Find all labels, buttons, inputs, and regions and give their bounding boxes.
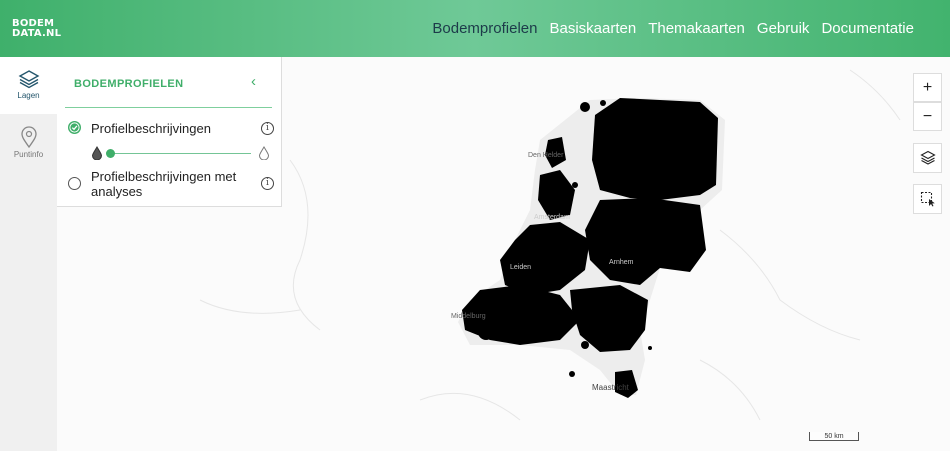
layer-label-profielbeschrijvingen: Profielbeschrijvingen	[91, 121, 211, 136]
nav-basiskaarten[interactable]: Basiskaarten	[549, 20, 636, 37]
nav-bodemprofielen[interactable]: Bodemprofielen	[432, 20, 537, 37]
map-label-amsterdam: Amsterdam	[534, 214, 570, 221]
opacity-slider-thumb[interactable]	[106, 149, 115, 158]
main-nav: Bodemprofielen Basiskaarten Themakaarten…	[432, 20, 914, 37]
app-header: BODEM DATA.NL Bodemprofielen Basiskaarte…	[0, 0, 950, 57]
opacity-transparent-drop-icon	[258, 146, 270, 160]
collapse-panel-button[interactable]: ‹	[251, 73, 256, 90]
nav-themakaarten[interactable]: Themakaarten	[648, 20, 745, 37]
map-label-arnhem: Arnhem	[609, 259, 634, 266]
rail-puntinfo[interactable]: Puntinfo	[0, 114, 57, 171]
opacity-opaque-drop-icon	[91, 146, 103, 160]
map-label-den-helder: Den Helder	[528, 152, 564, 159]
zoom-in-button[interactable]: +	[913, 73, 942, 102]
nav-documentatie[interactable]: Documentatie	[821, 20, 914, 37]
map-label-middelburg: Middelburg	[451, 313, 486, 320]
rail-lagen-label: Lagen	[17, 91, 40, 100]
logo[interactable]: BODEM DATA.NL	[12, 19, 61, 39]
layers-icon	[919, 150, 936, 165]
basemap-layers-button[interactable]	[913, 143, 942, 173]
logo-line2: DATA.NL	[12, 28, 62, 39]
opacity-slider-track[interactable]	[109, 153, 251, 154]
map-label-leiden: Leiden	[510, 264, 532, 271]
select-area-icon	[920, 191, 935, 207]
info-icon[interactable]: i	[261, 177, 274, 190]
layers-icon	[18, 70, 39, 89]
layer-radio-profielbeschrijvingen-analyses[interactable]	[68, 177, 81, 190]
select-area-button[interactable]	[913, 184, 942, 214]
map-pin-icon	[20, 126, 37, 148]
rail-lagen[interactable]: Lagen	[0, 57, 57, 114]
map-label-maastricht: Maastricht	[592, 383, 629, 392]
nav-gebruik[interactable]: Gebruik	[757, 20, 810, 37]
layer-panel: BODEMPROFIELEN ‹ Profielbeschrijvingen i…	[57, 57, 282, 207]
checkmark-icon	[69, 122, 80, 133]
zoom-out-button[interactable]: −	[913, 102, 942, 131]
layer-radio-profielbeschrijvingen[interactable]	[68, 121, 81, 134]
side-rail: Lagen Puntinfo	[0, 57, 57, 451]
layer-label-profielbeschrijvingen-analyses: Profielbeschrijvingen met analyses	[91, 169, 236, 199]
info-icon[interactable]: i	[261, 122, 274, 135]
panel-divider	[65, 107, 272, 108]
layer-label-line1: Profielbeschrijvingen met	[91, 169, 237, 184]
panel-title: BODEMPROFIELEN	[74, 78, 184, 90]
rail-puntinfo-label: Puntinfo	[13, 150, 44, 159]
scale-bar: 50 km	[809, 432, 859, 441]
layer-label-line2: analyses	[91, 184, 143, 199]
